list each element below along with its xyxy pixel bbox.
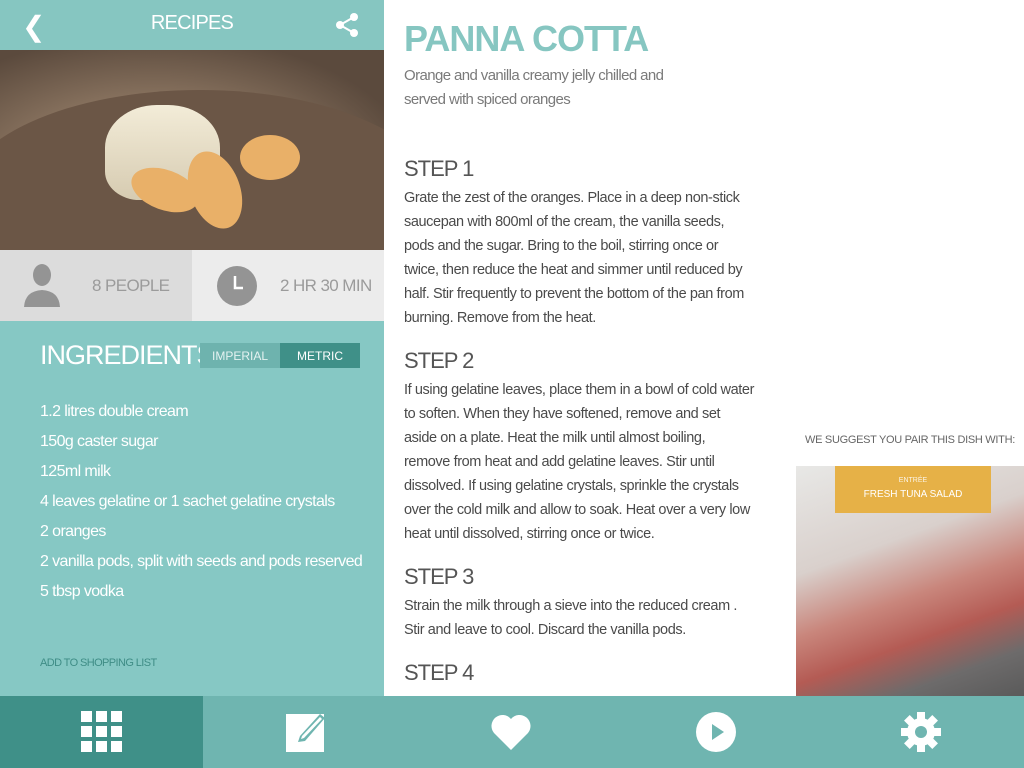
cook-time: 2 HR 30 MIN xyxy=(192,250,384,321)
clock-icon xyxy=(217,265,257,306)
ingredient-list: 1.2 litres double cream 150g caster suga… xyxy=(40,400,363,610)
servings: 8 PEOPLE xyxy=(0,250,192,321)
imperial-button[interactable]: IMPERIAL xyxy=(200,343,280,368)
tab-notes[interactable] xyxy=(203,696,408,768)
servings-text: 8 PEOPLE xyxy=(92,275,170,295)
step-title: STEP 1 xyxy=(404,156,474,181)
header: ❮ RECIPES xyxy=(0,0,384,50)
recipe-title: PANNA COTTA xyxy=(404,18,649,59)
ingredients-title: INGREDIENTS xyxy=(40,340,215,370)
step-text: Strain the milk through a sieve into the… xyxy=(404,598,738,638)
tab-settings[interactable] xyxy=(819,696,1024,768)
step-text: If using gelatine leaves, place them in … xyxy=(404,382,754,542)
share-icon[interactable] xyxy=(332,10,362,40)
info-row: 8 PEOPLE 2 HR 30 MIN xyxy=(0,250,384,321)
heart-icon xyxy=(491,714,531,750)
left-panel: ❮ RECIPES 8 PEOPLE 2 HR 30 MIN INGREDIEN… xyxy=(0,0,384,696)
person-icon xyxy=(24,264,60,307)
step-title: STEP 4 xyxy=(404,660,474,685)
pairing-label: WE SUGGEST YOU PAIR THIS DISH WITH: xyxy=(805,434,1015,446)
list-item: 5 tbsp vodka xyxy=(40,583,124,600)
tab-favorites[interactable] xyxy=(408,696,613,768)
tab-video[interactable] xyxy=(614,696,819,768)
unit-toggle: IMPERIAL METRIC xyxy=(200,343,360,368)
step-text: Grate the zest of the oranges. Place in … xyxy=(404,190,744,326)
metric-button[interactable]: METRIC xyxy=(280,343,360,368)
list-item: 4 leaves gelatine or 1 sachet gelatine c… xyxy=(40,493,335,510)
step-title: STEP 3 xyxy=(404,564,474,589)
step-title: STEP 2 xyxy=(404,348,474,373)
pairing-tag: ENTRÉE FRESH TUNA SALAD xyxy=(835,466,991,513)
add-to-shopping-list-link[interactable]: ADD TO SHOPPING LIST xyxy=(40,657,157,669)
pairing-dish: FRESH TUNA SALAD xyxy=(863,489,963,500)
step-1: STEP 1 Grate the zest of the oranges. Pla… xyxy=(404,156,754,330)
tab-recipes[interactable] xyxy=(0,696,203,768)
list-item: 125ml milk xyxy=(40,463,111,480)
recipe-subtitle: Orange and vanilla creamy jelly chilled … xyxy=(404,67,664,108)
list-item: 150g caster sugar xyxy=(40,433,158,450)
play-icon xyxy=(696,712,737,752)
step-3: STEP 3 Strain the milk through a sieve in… xyxy=(404,564,754,642)
recipe-photo xyxy=(0,50,384,250)
step-2: STEP 2 If using gelatine leaves, place th… xyxy=(404,348,754,546)
header-title: RECIPES xyxy=(150,12,234,34)
tab-bar xyxy=(0,696,1024,768)
pairing-card[interactable]: ENTRÉE FRESH TUNA SALAD xyxy=(796,466,1024,696)
time-text: 2 HR 30 MIN xyxy=(280,275,372,295)
edit-icon xyxy=(285,714,325,752)
grid-icon xyxy=(80,711,122,752)
list-item: 2 vanilla pods, split with seeds and pod… xyxy=(40,553,363,570)
gear-icon xyxy=(901,712,942,752)
list-item: 1.2 litres double cream xyxy=(40,403,189,420)
step-4: STEP 4 xyxy=(404,660,754,690)
pairing-category: ENTRÉE xyxy=(898,477,928,484)
list-item: 2 oranges xyxy=(40,523,106,540)
